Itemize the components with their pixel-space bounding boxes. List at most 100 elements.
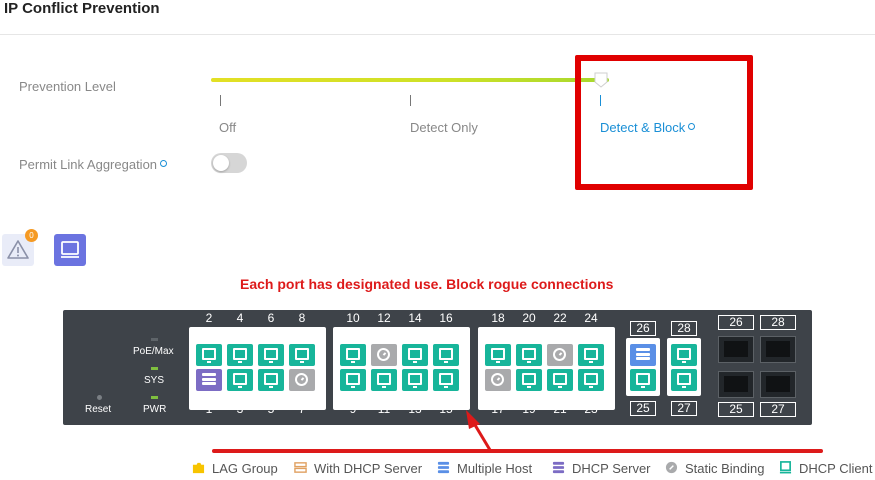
port-client[interactable] [516, 369, 542, 391]
sfp-port-label: 26 [718, 315, 754, 330]
port-number: 10 [346, 311, 360, 325]
static-binding-icon [377, 348, 390, 361]
combo-port-label: 25 [630, 401, 656, 416]
port-number: 20 [522, 311, 536, 325]
port-number: 22 [553, 311, 567, 325]
sys-label: SYS [144, 375, 165, 386]
legend-with-dhcp-server: With DHCP Server [314, 461, 423, 476]
port-number: 11 [377, 402, 391, 416]
multiple-host-icon [437, 461, 450, 474]
port-client[interactable] [227, 344, 253, 366]
monitor-icon [61, 241, 79, 258]
port-dhcp[interactable] [196, 369, 222, 391]
port-client[interactable] [289, 344, 315, 366]
legend-lag-group: LAG Group [212, 461, 278, 476]
poe-label: PoE/Max [133, 346, 174, 357]
port-client[interactable] [258, 344, 284, 366]
tick-detect-only [410, 95, 411, 106]
info-icon[interactable] [160, 160, 168, 167]
port-static[interactable] [289, 369, 315, 391]
dhcp-client-icon [408, 348, 422, 363]
highlight-box [575, 55, 753, 190]
sfp-slot[interactable] [760, 371, 796, 398]
with-dhcp-server-icon [294, 462, 307, 473]
lag-group-icon [192, 462, 205, 474]
dhcp-client-icon [584, 373, 598, 388]
port-number: 12 [377, 311, 391, 325]
port-client[interactable] [340, 344, 366, 366]
port-number: 13 [408, 402, 422, 416]
dhcp-client-icon [439, 348, 453, 363]
annotation-text: Each port has designated use. Block rogu… [240, 276, 614, 292]
legend-static-binding: Static Binding [685, 461, 765, 476]
sfp-slot[interactable] [718, 336, 754, 363]
port-static[interactable] [547, 344, 573, 366]
dhcp-client-icon [233, 373, 247, 388]
combo-port-label: 28 [671, 321, 697, 336]
port-client[interactable] [402, 344, 428, 366]
port-number: 4 [236, 311, 244, 325]
reset-hole [97, 395, 102, 400]
port-client[interactable] [340, 369, 366, 391]
dhcp-client-icon [408, 373, 422, 388]
port-client[interactable] [671, 369, 697, 391]
port-client[interactable] [402, 369, 428, 391]
port-number: 7 [298, 402, 306, 416]
link-aggregation-toggle[interactable] [211, 153, 247, 173]
port-number: 21 [553, 402, 567, 416]
port-number: 18 [491, 311, 505, 325]
port-number: 14 [408, 311, 422, 325]
port-number: 9 [349, 402, 357, 416]
port-client[interactable] [578, 369, 604, 391]
port-client[interactable] [433, 344, 459, 366]
sfp-port-label: 27 [760, 402, 796, 417]
static-binding-icon [491, 373, 504, 386]
port-client[interactable] [371, 369, 397, 391]
annotation-underline [212, 449, 823, 453]
port-multi[interactable] [630, 344, 656, 366]
prevention-level-slider[interactable] [211, 78, 609, 82]
port-client[interactable] [227, 369, 253, 391]
legend-dhcp-server: DHCP Server [572, 461, 651, 476]
static-binding-icon [553, 348, 566, 361]
dhcp-client-icon [346, 348, 360, 363]
port-client[interactable] [516, 344, 542, 366]
reset-label[interactable]: Reset [85, 404, 111, 415]
port-client[interactable] [485, 344, 511, 366]
dhcp-client-icon [553, 373, 567, 388]
port-client[interactable] [671, 344, 697, 366]
dhcp-client-icon [779, 461, 792, 474]
port-client[interactable] [578, 344, 604, 366]
sys-led [151, 367, 158, 370]
prevention-level-label: Prevention Level [19, 79, 116, 94]
poe-led [151, 338, 158, 341]
dhcp-client-icon [491, 348, 505, 363]
port-static[interactable] [485, 369, 511, 391]
port-static[interactable] [371, 344, 397, 366]
port-client[interactable] [196, 344, 222, 366]
dhcp-client-icon [677, 373, 691, 388]
alert-count-badge: 0 [25, 229, 38, 242]
level-detect-only[interactable]: Detect Only [410, 120, 478, 135]
tick-off [220, 95, 221, 106]
sfp-slot[interactable] [760, 336, 796, 363]
dhcp-client-icon [677, 348, 691, 363]
permit-link-aggregation-text: Permit Link Aggregation [19, 157, 158, 172]
port-client[interactable] [258, 369, 284, 391]
level-off[interactable]: Off [219, 120, 236, 135]
dhcp-client-icon [522, 373, 536, 388]
port-number: 5 [267, 402, 275, 416]
legend-multiple-host: Multiple Host [457, 461, 533, 476]
port-client[interactable] [547, 369, 573, 391]
combo-port-label: 27 [671, 401, 697, 416]
sfp-port-label: 28 [760, 315, 796, 330]
monitor-button[interactable] [54, 234, 86, 266]
port-number: 17 [491, 402, 505, 416]
port-client[interactable] [630, 369, 656, 391]
dhcp-client-icon [584, 348, 598, 363]
sfp-slot[interactable] [718, 371, 754, 398]
dhcp-client-icon [377, 373, 391, 388]
port-number: 19 [522, 402, 536, 416]
port-client[interactable] [433, 369, 459, 391]
dhcp-client-icon [522, 348, 536, 363]
